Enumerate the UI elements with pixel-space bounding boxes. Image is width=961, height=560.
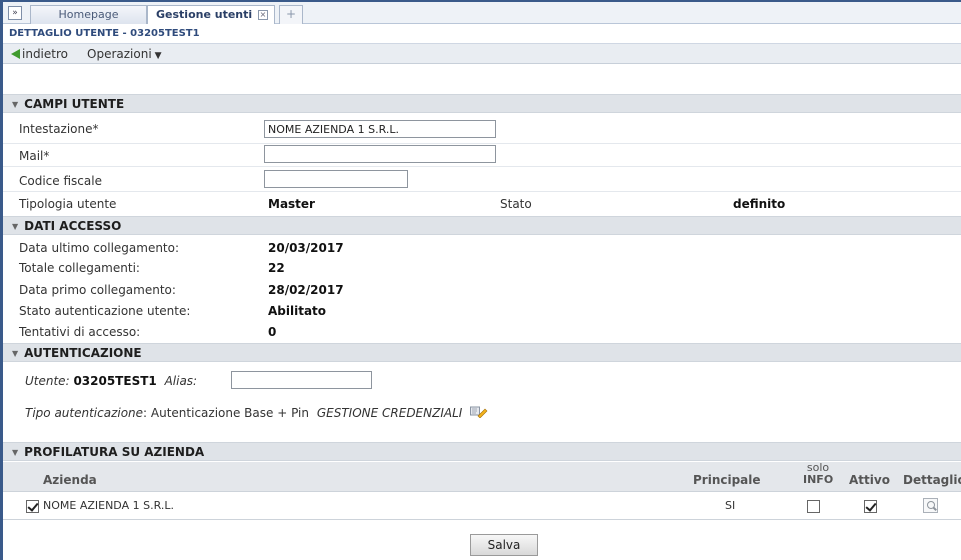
stato-auth-value: Abilitato <box>268 304 327 318</box>
edit-pencil-icon[interactable] <box>470 406 488 419</box>
tab-strip: » Homepage Gestione utenti × + <box>3 2 961 25</box>
back-button[interactable]: indietro <box>11 44 68 64</box>
save-button[interactable]: Salva <box>470 534 538 556</box>
section-title: AUTENTICAZIONE <box>24 346 142 360</box>
totale-label: Totale collegamenti: <box>19 261 140 275</box>
operations-label: Operazioni <box>87 47 152 61</box>
section-title: PROFILATURA SU AZIENDA <box>24 445 205 459</box>
section-dati-accesso[interactable]: ▼ DATI ACCESSO <box>3 216 961 235</box>
data-ultimo-label: Data ultimo collegamento: <box>19 241 180 255</box>
utente-label: Utente: <box>25 374 70 388</box>
gestione-credenziali-link[interactable]: GESTIONE CREDENZIALI <box>317 406 462 420</box>
back-label: indietro <box>22 47 68 61</box>
col-attivo: Attivo <box>849 473 890 487</box>
codice-fiscale-input[interactable] <box>264 170 408 188</box>
data-primo-label: Data primo collegamento: <box>19 283 176 297</box>
detail-title: DETTAGLIO UTENTE - 03205TEST1 <box>3 24 961 44</box>
row-divider <box>3 166 961 167</box>
col-solo-info: solo INFO <box>803 462 833 486</box>
row-divider <box>3 191 961 192</box>
tipologia-value: Master <box>268 197 315 211</box>
collapse-triangle-icon: ▼ <box>12 222 19 231</box>
new-tab-icon[interactable]: + <box>279 5 303 24</box>
table-row: NOME AZIENDA 1 S.R.L. SI <box>3 493 961 520</box>
utente-row: Utente: 03205TEST1 Alias: <box>25 374 197 388</box>
tab-gestione-utenti-label: Gestione utenti <box>156 8 253 21</box>
stato-label: Stato <box>500 197 532 211</box>
alias-input[interactable] <box>231 371 372 389</box>
collapse-triangle-icon: ▼ <box>12 349 19 358</box>
tentativi-value: 0 <box>268 325 277 339</box>
data-primo-value: 28/02/2017 <box>268 283 344 297</box>
utente-value: 03205TEST1 <box>73 374 157 388</box>
tipo-autenticazione-label: Tipo autenticazione <box>25 406 144 420</box>
data-ultimo-value: 20/03/2017 <box>268 241 344 255</box>
tipo-autenticazione-row: Tipo autenticazione: Autenticazione Base… <box>25 406 488 420</box>
close-icon[interactable]: × <box>258 10 268 20</box>
table-header: Azienda Principale solo INFO Attivo Dett… <box>3 462 961 492</box>
stato-value: definito <box>733 197 786 211</box>
section-campi-utente[interactable]: ▼ CAMPI UTENTE <box>3 94 961 113</box>
section-title: DATI ACCESSO <box>24 219 122 233</box>
tab-gestione-utenti[interactable]: Gestione utenti × <box>147 5 275 25</box>
operations-menu[interactable]: Operazioni ▼ <box>87 44 162 66</box>
mail-input[interactable] <box>264 145 496 163</box>
collapse-triangle-icon: ▼ <box>12 448 19 457</box>
tab-homepage[interactable]: Homepage <box>30 5 147 24</box>
solo-info-checkbox[interactable] <box>807 500 820 513</box>
toolbar: indietro Operazioni ▼ <box>3 44 961 64</box>
intestazione-label: Intestazione* <box>19 122 99 136</box>
section-profilatura[interactable]: ▼ PROFILATURA SU AZIENDA <box>3 442 961 461</box>
collapse-triangle-icon: ▼ <box>12 100 19 109</box>
magnifier-icon[interactable] <box>923 498 938 513</box>
principale-cell: SI <box>725 499 736 512</box>
section-title: CAMPI UTENTE <box>24 97 125 111</box>
intestazione-input[interactable] <box>264 120 496 138</box>
select-row-checkbox[interactable] <box>26 500 39 513</box>
col-dettaglio: Dettaglio <box>903 473 961 487</box>
codice-fiscale-label: Codice fiscale <box>19 174 102 188</box>
totale-value: 22 <box>268 261 285 275</box>
chevron-down-icon: ▼ <box>154 51 162 61</box>
alias-label: Alias: <box>164 374 198 388</box>
tipo-autenticazione-value: : Autenticazione Base + Pin <box>143 406 309 420</box>
tentativi-label: Tentativi di accesso: <box>19 325 141 339</box>
panel-toggle-icon[interactable]: » <box>8 6 22 20</box>
back-arrow-icon <box>11 49 20 59</box>
row-divider <box>3 143 961 144</box>
tipologia-label: Tipologia utente <box>19 197 117 211</box>
col-principale: Principale <box>693 473 761 487</box>
col-azienda: Azienda <box>43 473 97 487</box>
attivo-checkbox[interactable] <box>864 500 877 513</box>
section-autenticazione[interactable]: ▼ AUTENTICAZIONE <box>3 343 961 362</box>
azienda-cell: NOME AZIENDA 1 S.R.L. <box>43 499 174 512</box>
stato-auth-label: Stato autenticazione utente: <box>19 304 191 318</box>
mail-label: Mail* <box>19 149 50 163</box>
col-solo-line2: INFO <box>803 473 834 486</box>
